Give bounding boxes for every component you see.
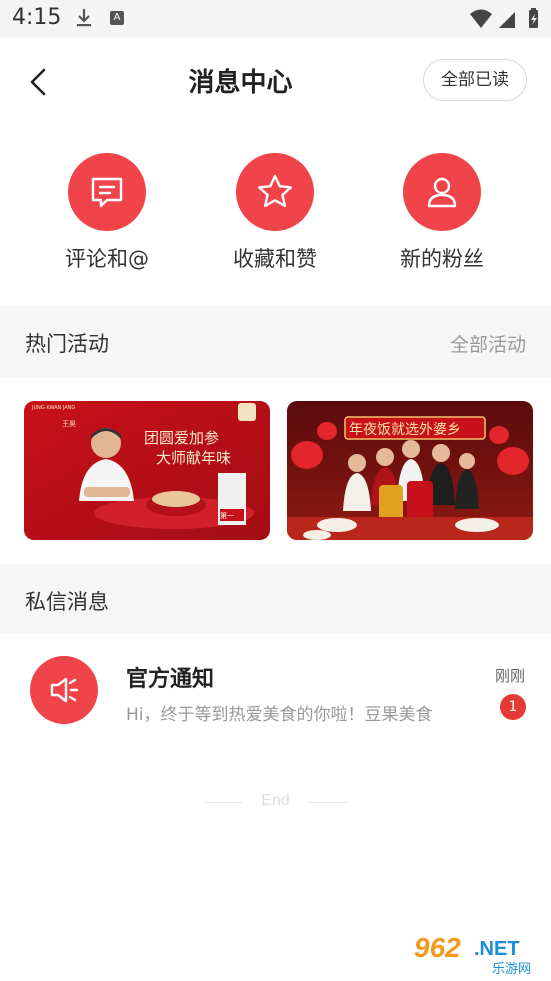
message-preview: Hi，终于等到热爱美食的你啦！豆果美食 bbox=[126, 705, 433, 725]
all-activities-link[interactable]: 全部活动 bbox=[450, 330, 526, 357]
person-icon bbox=[403, 153, 481, 231]
banner-brand: JUNG KWAN JANG bbox=[32, 405, 76, 411]
quick-entry-label: 新的粉丝 bbox=[400, 247, 484, 271]
star-icon bbox=[236, 153, 314, 231]
banner-line-1: 团圆爱加参 bbox=[144, 429, 220, 447]
message-item-official[interactable]: 官方通知 Hi，终于等到热爱美食的你啦！豆果美食 刚刚 1 bbox=[0, 636, 551, 746]
banner-person-name: 王昊 bbox=[62, 420, 76, 428]
svg-text:962: 962 bbox=[414, 932, 461, 963]
list-end-marker: End bbox=[0, 790, 551, 816]
comment-icon bbox=[68, 153, 146, 231]
status-bar: 4:15 A bbox=[0, 0, 551, 38]
quick-entry-label: 收藏和赞 bbox=[233, 247, 317, 271]
hot-activities-header: 热门活动 全部活动 bbox=[0, 306, 551, 378]
svg-text:.NET: .NET bbox=[474, 938, 520, 960]
divider bbox=[204, 802, 242, 803]
quick-entry-comments[interactable]: 评论和@ bbox=[37, 150, 177, 280]
quick-entry-label: 评论和@ bbox=[65, 247, 149, 271]
activity-banner-1[interactable]: JUNG KWAN JANG 王昊 团圆爱加参 大师献年味 第一 bbox=[24, 401, 270, 540]
status-time: 4:15 bbox=[12, 5, 62, 30]
watermark-logo: 962 .NET 乐游网 bbox=[410, 929, 546, 977]
megaphone-icon bbox=[30, 656, 98, 724]
quick-entry-favorites[interactable]: 收藏和赞 bbox=[205, 150, 345, 280]
message-time: 刚刚 bbox=[494, 667, 525, 685]
unread-badge: 1 bbox=[500, 694, 526, 720]
download-icon bbox=[77, 9, 91, 27]
quick-entry-fans[interactable]: 新的粉丝 bbox=[372, 150, 512, 280]
nav-bar: 消息中心 全部已读 bbox=[0, 38, 551, 124]
svg-text:乐游网: 乐游网 bbox=[492, 962, 531, 977]
divider bbox=[309, 802, 347, 803]
activity-banner-2[interactable]: 年夜饭就选外婆乡 bbox=[287, 401, 533, 540]
end-text: End bbox=[261, 792, 290, 809]
signal-icon bbox=[499, 12, 515, 28]
page-title: 消息中心 bbox=[188, 68, 293, 98]
mark-all-read-button[interactable]: 全部已读 bbox=[423, 59, 527, 101]
section-title: 私信消息 bbox=[25, 590, 109, 614]
wifi-icon bbox=[470, 8, 538, 28]
banner-tag: 第一 bbox=[220, 512, 234, 520]
a-icon: A bbox=[110, 11, 124, 25]
section-title: 热门活动 bbox=[25, 332, 109, 356]
message-title: 官方通知 bbox=[126, 667, 215, 692]
banner-slogan: 年夜饭就选外婆乡 bbox=[349, 422, 461, 438]
banner-line-2: 大师献年味 bbox=[156, 449, 232, 467]
private-messages-header: 私信消息 bbox=[0, 564, 551, 634]
